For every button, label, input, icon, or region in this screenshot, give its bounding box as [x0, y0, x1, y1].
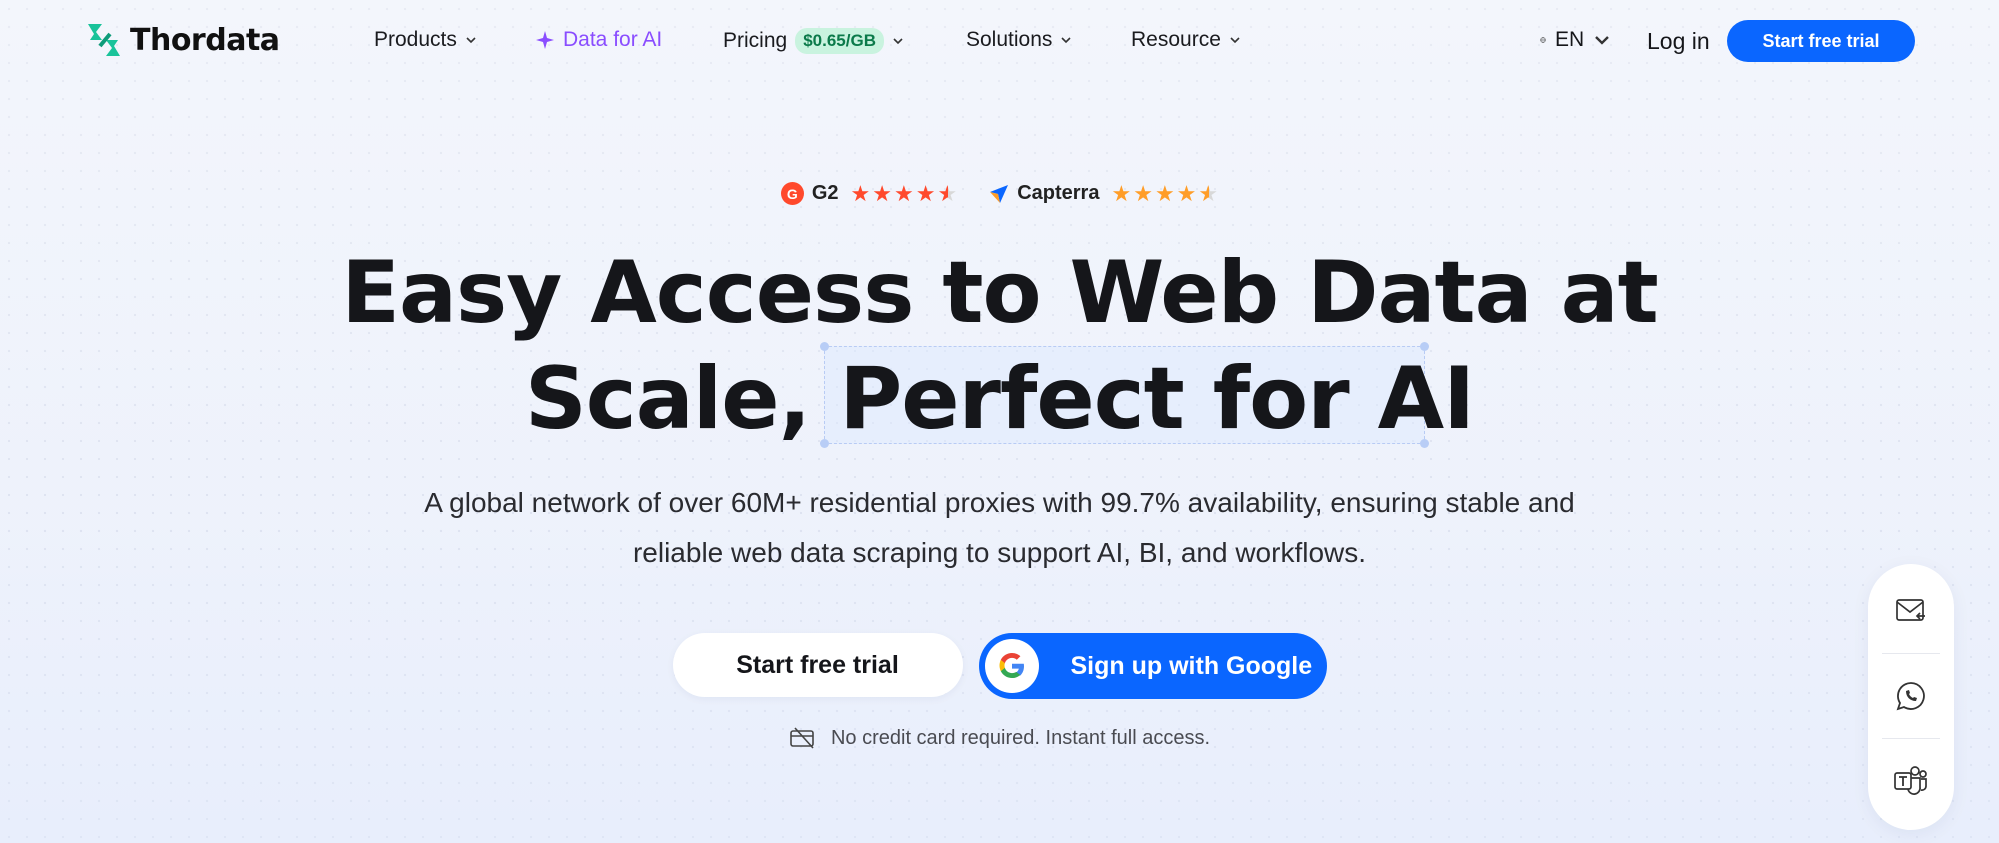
nav-data-for-ai[interactable]: Data for AI — [535, 28, 662, 52]
nav-resource-label: Resource — [1131, 28, 1221, 51]
rating-g2-name: G2 — [811, 182, 839, 204]
top-nav: Thordata Products Data for AI Pricing $0… — [0, 0, 1999, 84]
hero-title-line1: Easy Access to Web Data at — [341, 243, 1659, 343]
brand-name: Thordata — [130, 22, 280, 58]
chevron-down-icon — [1061, 37, 1071, 44]
rating-capterra: Capterra ★ ★ ★ ★ ★ — [989, 182, 1218, 205]
nav-solutions-label: Solutions — [966, 28, 1053, 51]
sparkle-icon — [536, 31, 554, 49]
thordata-logo-icon — [88, 24, 120, 56]
star-icon: ★ — [850, 180, 871, 206]
star-icon: ★ — [1176, 180, 1197, 206]
chevron-down-icon — [893, 38, 903, 45]
star-icon: ★ — [872, 180, 892, 206]
contact-email-button[interactable] — [1868, 564, 1954, 646]
star-icon: ★ — [1133, 180, 1153, 206]
rating-capterra-name: Capterra — [1017, 182, 1100, 204]
rating-capterra-stars: ★ ★ ★ ★ ★ — [1111, 180, 1219, 206]
nav-solutions[interactable]: Solutions — [966, 28, 1072, 52]
hero-subtitle-line2: reliable web data scraping to support AI… — [632, 537, 1367, 568]
rating-g2-stars: ★ ★ ★ ★ ★ — [850, 180, 958, 206]
mail-icon — [1896, 599, 1925, 621]
logo[interactable]: Thordata — [84, 20, 280, 60]
globe-icon — [1540, 37, 1546, 43]
hero-title-line2: Scale, Perfect for AI — [524, 349, 1475, 449]
login-link[interactable]: Log in — [1647, 28, 1710, 55]
contact-teams-button[interactable] — [1868, 740, 1954, 822]
nav-start-trial-button[interactable]: Start free trial — [1727, 20, 1915, 62]
nav-data-for-ai-label: Data for AI — [563, 28, 663, 51]
teams-icon — [1894, 766, 1927, 795]
hero-buttons: Start free trial Sign up with Google — [0, 633, 1999, 699]
no-credit-card-text: No credit card required. Instant full ac… — [830, 726, 1211, 749]
google-signup-button[interactable]: Sign up with Google — [978, 633, 1327, 699]
floating-contact-bar — [1868, 564, 1954, 830]
contact-whatsapp-button[interactable] — [1868, 655, 1954, 737]
google-logo-icon — [984, 639, 1039, 693]
ratings-row: G G2 ★ ★ ★ ★ ★ Capterra ★ ★ ★ ★ ★ — [0, 182, 1999, 205]
language-label: EN — [1555, 28, 1585, 51]
nav-products[interactable]: Products — [374, 28, 477, 52]
no-credit-card-note: No credit card required. Instant full ac… — [0, 726, 1999, 750]
nav-products-label: Products — [374, 28, 457, 51]
chevron-down-icon — [466, 37, 476, 44]
hero-subtitle-line1: A global network of over 60M+ residentia… — [424, 487, 1575, 518]
start-free-trial-button[interactable]: Start free trial — [672, 633, 963, 697]
hero-title: Easy Access to Web Data at Scale, Perfec… — [0, 240, 1999, 452]
star-icon: ★ — [894, 180, 914, 206]
hero-subtitle: A global network of over 60M+ residentia… — [0, 478, 1999, 578]
nav-pricing[interactable]: Pricing $0.65/GB — [723, 28, 904, 54]
pricing-badge: $0.65/GB — [795, 28, 884, 54]
divider — [1882, 738, 1940, 739]
rating-g2: G G2 ★ ★ ★ ★ ★ — [780, 180, 958, 206]
star-half-icon: ★ — [1198, 180, 1219, 206]
whatsapp-icon — [1896, 682, 1925, 711]
no-credit-card-icon — [790, 727, 814, 749]
nav-resource[interactable]: Resource — [1131, 28, 1241, 52]
nav-pricing-label: Pricing — [723, 29, 788, 52]
google-signup-label: Sign up with Google — [1070, 651, 1313, 680]
capterra-logo-icon — [990, 184, 1009, 203]
g2-logo-icon: G — [780, 182, 804, 205]
star-icon: ★ — [1154, 180, 1175, 206]
chevron-down-icon — [1595, 36, 1610, 45]
star-icon: ★ — [1111, 180, 1132, 206]
star-icon: ★ — [915, 180, 936, 206]
language-selector[interactable]: EN — [1540, 28, 1611, 52]
star-half-icon: ★ — [937, 180, 958, 206]
chevron-down-icon — [1230, 37, 1240, 44]
divider — [1882, 653, 1940, 654]
